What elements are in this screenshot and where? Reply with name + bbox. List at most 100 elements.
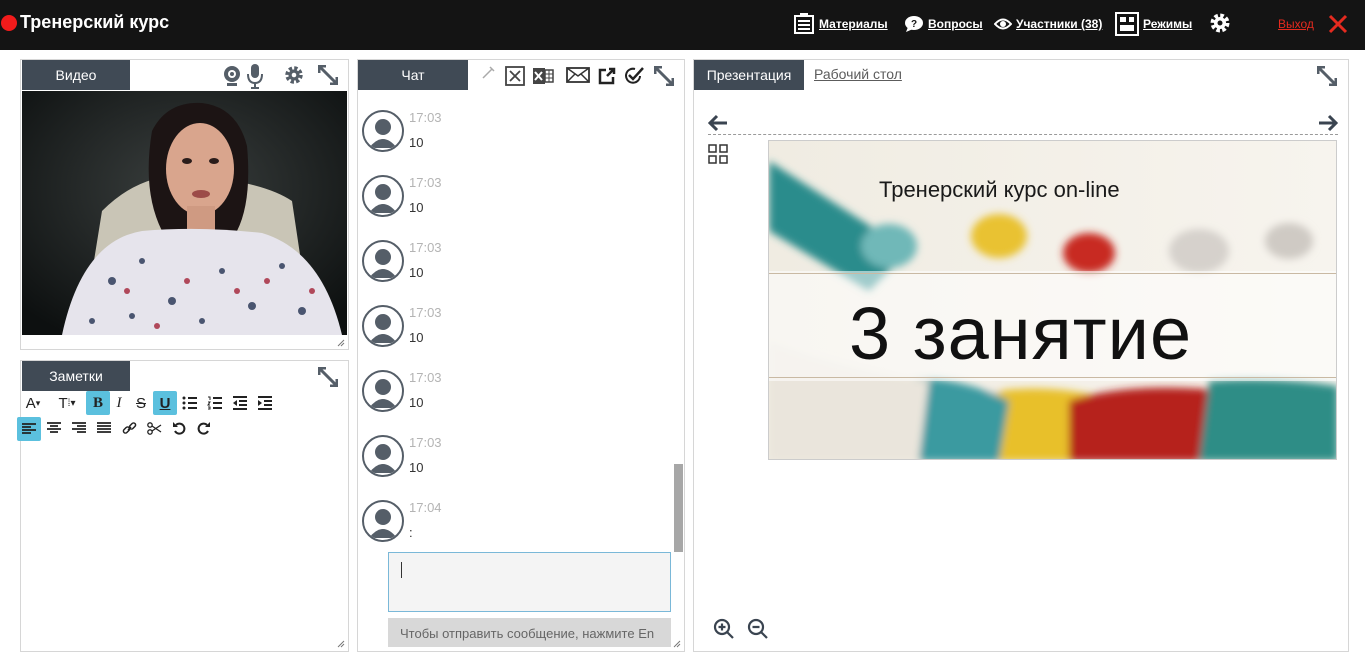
user-avatar-icon (362, 370, 404, 412)
pencil-icon[interactable] (481, 66, 495, 80)
webcam-icon[interactable] (222, 64, 242, 88)
chat-message: 17:03 10 (362, 240, 662, 300)
message-text: 10 (409, 330, 424, 345)
slide-subtitle: Тренерский курс on-line (879, 177, 1120, 202)
chat-expand-icon[interactable] (654, 66, 674, 86)
message-time: 17:03 (409, 435, 442, 450)
message-time: 17:03 (409, 370, 442, 385)
chat-input[interactable] (388, 552, 671, 612)
undo-icon[interactable] (172, 421, 187, 436)
link-icon[interactable] (122, 421, 137, 436)
top-bar: Тренерский курс Материалы ? Вопросы Учас… (0, 0, 1365, 50)
participants-link[interactable]: Участники (38) (994, 12, 1102, 36)
chat-message: 17:03 10 (362, 175, 662, 235)
italic-button[interactable]: I (107, 391, 131, 415)
modes-label: Режимы (1143, 17, 1193, 31)
modes-link[interactable]: Режимы (1115, 12, 1192, 36)
send-hint: Чтобы отправить сообщение, нажмите En (388, 618, 671, 647)
message-text: 10 (409, 395, 424, 410)
chat-scrollbar[interactable] (674, 464, 683, 552)
align-left-button[interactable] (17, 417, 41, 441)
slide-nav-divider (708, 134, 1338, 135)
chat-resize-grip-icon[interactable] (673, 640, 681, 648)
message-time: 17:03 (409, 110, 442, 125)
text-size-icon: ⁞▾ (67, 397, 76, 409)
user-avatar-icon (362, 500, 404, 542)
svg-text:?: ? (911, 19, 917, 30)
external-link-icon[interactable] (598, 67, 616, 85)
user-avatar-icon (362, 305, 404, 347)
questions-link[interactable]: ? Вопросы (904, 12, 983, 36)
align-right-icon[interactable] (72, 422, 86, 434)
clear-chat-icon[interactable] (505, 66, 525, 86)
tab-presentation[interactable]: Презентация (694, 60, 804, 90)
message-time: 17:03 (409, 305, 442, 320)
materials-label: Материалы (819, 17, 888, 31)
user-avatar-icon (362, 110, 404, 152)
scissors-icon[interactable] (147, 421, 162, 436)
grid-view-icon[interactable] (708, 144, 728, 164)
tab-chat[interactable]: Чат (358, 60, 468, 90)
presentation-slide: Тренерский курс on-line 3 занятие (768, 140, 1337, 460)
chat-message: 17:03 10 (362, 305, 662, 365)
check-circle-icon[interactable] (623, 65, 645, 87)
participants-label: Участники (38) (1016, 17, 1103, 31)
materials-icon (794, 13, 814, 34)
app-title: Тренерский курс (20, 12, 170, 32)
dropdown-caret-icon: ▾ (35, 397, 41, 408)
align-justify-icon[interactable] (97, 422, 111, 434)
exit-link[interactable]: Выход (1278, 17, 1314, 31)
underline-button[interactable]: U (153, 391, 177, 415)
user-avatar-icon (362, 175, 404, 217)
resize-grip-icon[interactable] (337, 339, 345, 347)
video-settings-gear-icon[interactable] (283, 64, 305, 86)
tab-desktop[interactable]: Рабочий стол (814, 66, 902, 82)
align-left-icon (22, 423, 36, 434)
bullet-list-icon[interactable] (182, 396, 198, 410)
font-size-label: T (58, 394, 68, 412)
numbered-list-icon[interactable] (207, 396, 223, 410)
message-text: : (409, 525, 413, 540)
indent-icon[interactable] (257, 396, 273, 410)
message-text: 10 (409, 200, 424, 215)
email-icon[interactable] (566, 67, 590, 83)
close-icon[interactable] (1327, 13, 1349, 35)
chat-message: 17:04: (362, 500, 662, 560)
eye-icon (994, 18, 1012, 30)
message-text: 10 (409, 460, 424, 475)
font-size-button[interactable]: T ⁞▾ (52, 391, 82, 415)
chat-message: 17:03 10 (362, 435, 662, 495)
user-avatar-icon (362, 240, 404, 282)
settings-gear-icon[interactable] (1208, 11, 1232, 35)
redo-icon[interactable] (196, 421, 211, 436)
strikethrough-button[interactable]: S (129, 391, 153, 415)
microphone-icon[interactable] (247, 63, 263, 89)
question-bubble-icon: ? (905, 16, 923, 32)
slide-title: 3 занятие (849, 292, 1193, 375)
layout-icon (1115, 12, 1139, 36)
video-expand-icon[interactable] (318, 65, 338, 85)
questions-label: Вопросы (928, 17, 983, 31)
message-text: 10 (409, 265, 424, 280)
zoom-out-icon[interactable] (747, 618, 769, 640)
font-family-label: A (25, 394, 36, 412)
message-time: 17:04 (409, 500, 442, 515)
tab-video[interactable]: Видео (22, 60, 130, 90)
tab-notes[interactable]: Заметки (22, 361, 130, 391)
message-time: 17:03 (409, 175, 442, 190)
notes-resize-grip-icon[interactable] (337, 640, 345, 648)
next-slide-arrow-icon[interactable] (1318, 114, 1338, 132)
user-avatar-icon (362, 435, 404, 477)
notes-expand-icon[interactable] (318, 367, 338, 387)
font-family-button[interactable]: A ▾ (20, 391, 46, 415)
text-caret (401, 562, 402, 578)
align-center-icon[interactable] (47, 422, 61, 434)
materials-link[interactable]: Материалы (793, 12, 888, 36)
webcam-video-feed (22, 91, 347, 335)
zoom-in-icon[interactable] (713, 618, 735, 640)
presentation-expand-icon[interactable] (1317, 66, 1337, 86)
previous-slide-arrow-icon[interactable] (708, 114, 728, 132)
outdent-icon[interactable] (232, 396, 248, 410)
recording-indicator (1, 15, 17, 31)
excel-export-icon[interactable] (532, 66, 554, 86)
